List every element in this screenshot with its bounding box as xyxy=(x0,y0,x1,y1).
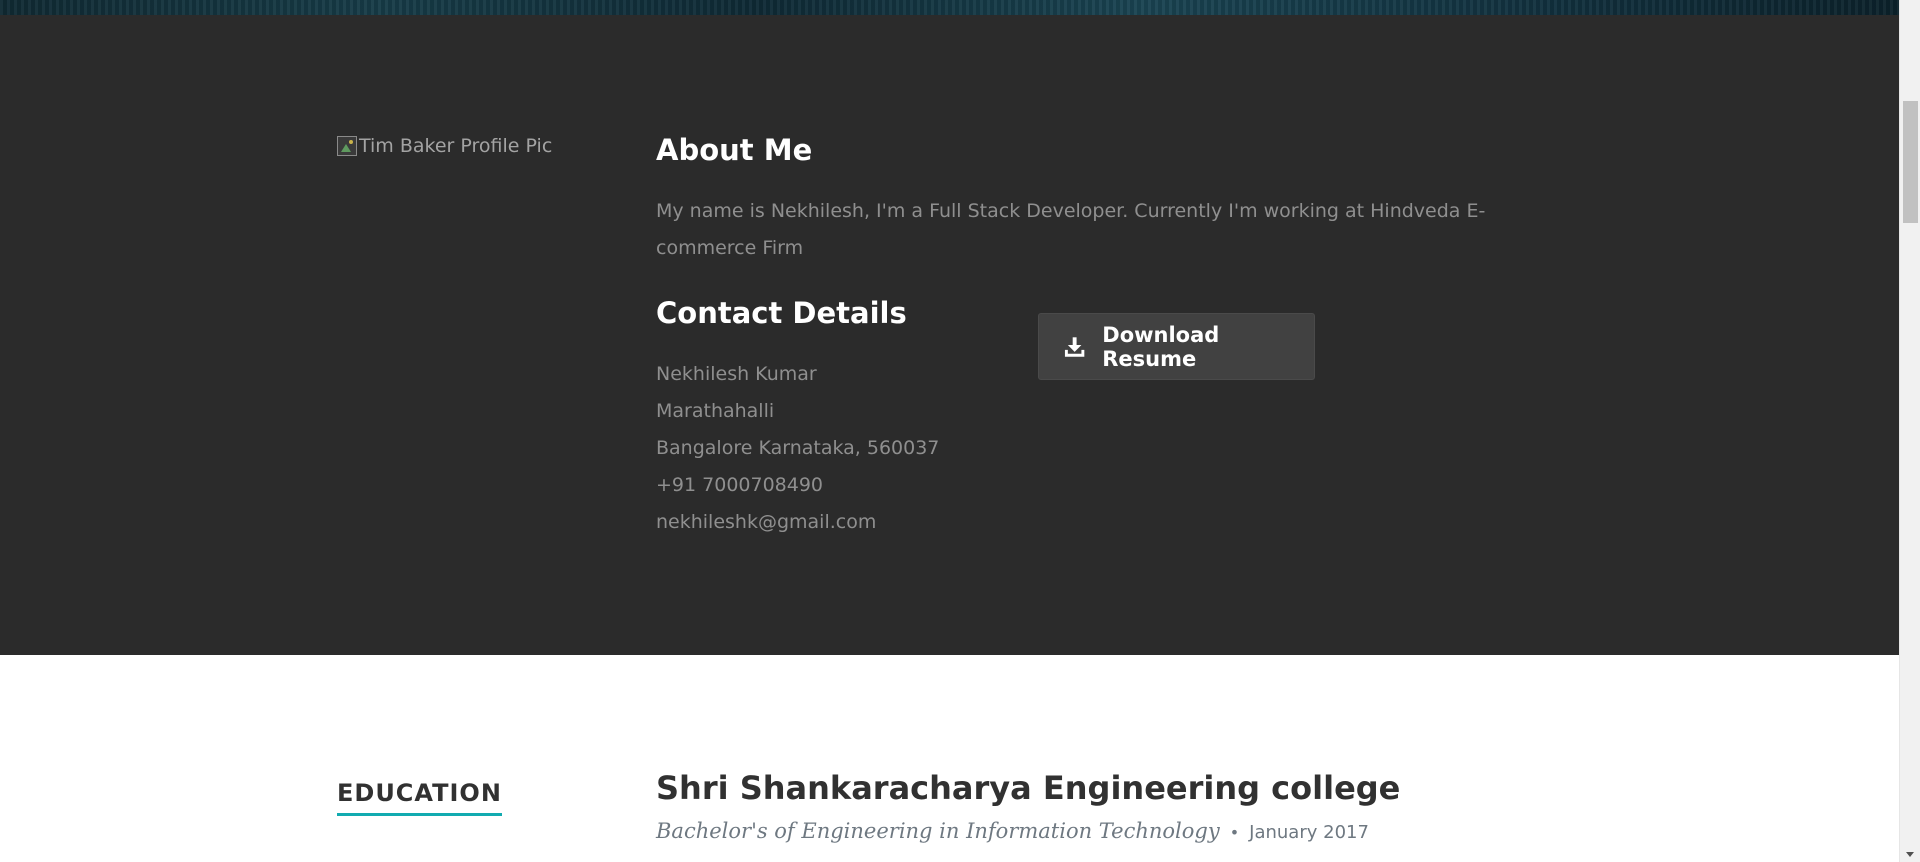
school-name: Shri Shankaracharya Engineering college xyxy=(656,769,1401,807)
page: Tim Baker Profile Pic About Me My name i… xyxy=(0,0,1899,862)
hero-banner-bottom-edge xyxy=(0,0,1899,15)
degree-title: Bachelor's of Engineering in Information… xyxy=(656,819,1220,843)
graduation-date: January 2017 xyxy=(1249,822,1369,843)
about-text: My name is Nekhilesh, I'm a Full Stack D… xyxy=(656,200,1486,259)
contact-email: nekhileshk@gmail.com xyxy=(656,511,877,533)
contact-phone: +91 7000708490 xyxy=(656,474,824,496)
degree-line: Bachelor's of Engineering in Information… xyxy=(656,819,1369,843)
download-icon xyxy=(1064,336,1085,357)
page-scrollbar[interactable] xyxy=(1899,0,1920,862)
contact-details-list: Nekhilesh Kumar Marathahalli Bangalore K… xyxy=(656,356,939,541)
contact-locality: Marathahalli xyxy=(656,400,775,422)
contact-details-title: Contact Details xyxy=(656,296,907,330)
date-separator: • xyxy=(1229,823,1240,842)
profile-pic-alt-text: Tim Baker Profile Pic xyxy=(359,135,553,157)
education-section: EDUCATION Shri Shankaracharya Engineerin… xyxy=(0,655,1899,862)
scrollbar-thumb[interactable] xyxy=(1903,101,1918,223)
about-section: Tim Baker Profile Pic About Me My name i… xyxy=(0,15,1899,655)
download-resume-label: Download Resume xyxy=(1102,322,1220,371)
profile-pic: Tim Baker Profile Pic xyxy=(337,135,552,157)
contact-city: Bangalore Karnataka, 560037 xyxy=(656,437,940,459)
about-title: About Me xyxy=(656,133,813,167)
scroll-down-arrow-icon[interactable] xyxy=(1906,852,1914,857)
broken-image-icon xyxy=(337,136,357,156)
education-heading: EDUCATION xyxy=(337,779,502,816)
download-resume-button[interactable]: Download Resume xyxy=(1038,313,1315,380)
contact-name: Nekhilesh Kumar xyxy=(656,363,817,385)
